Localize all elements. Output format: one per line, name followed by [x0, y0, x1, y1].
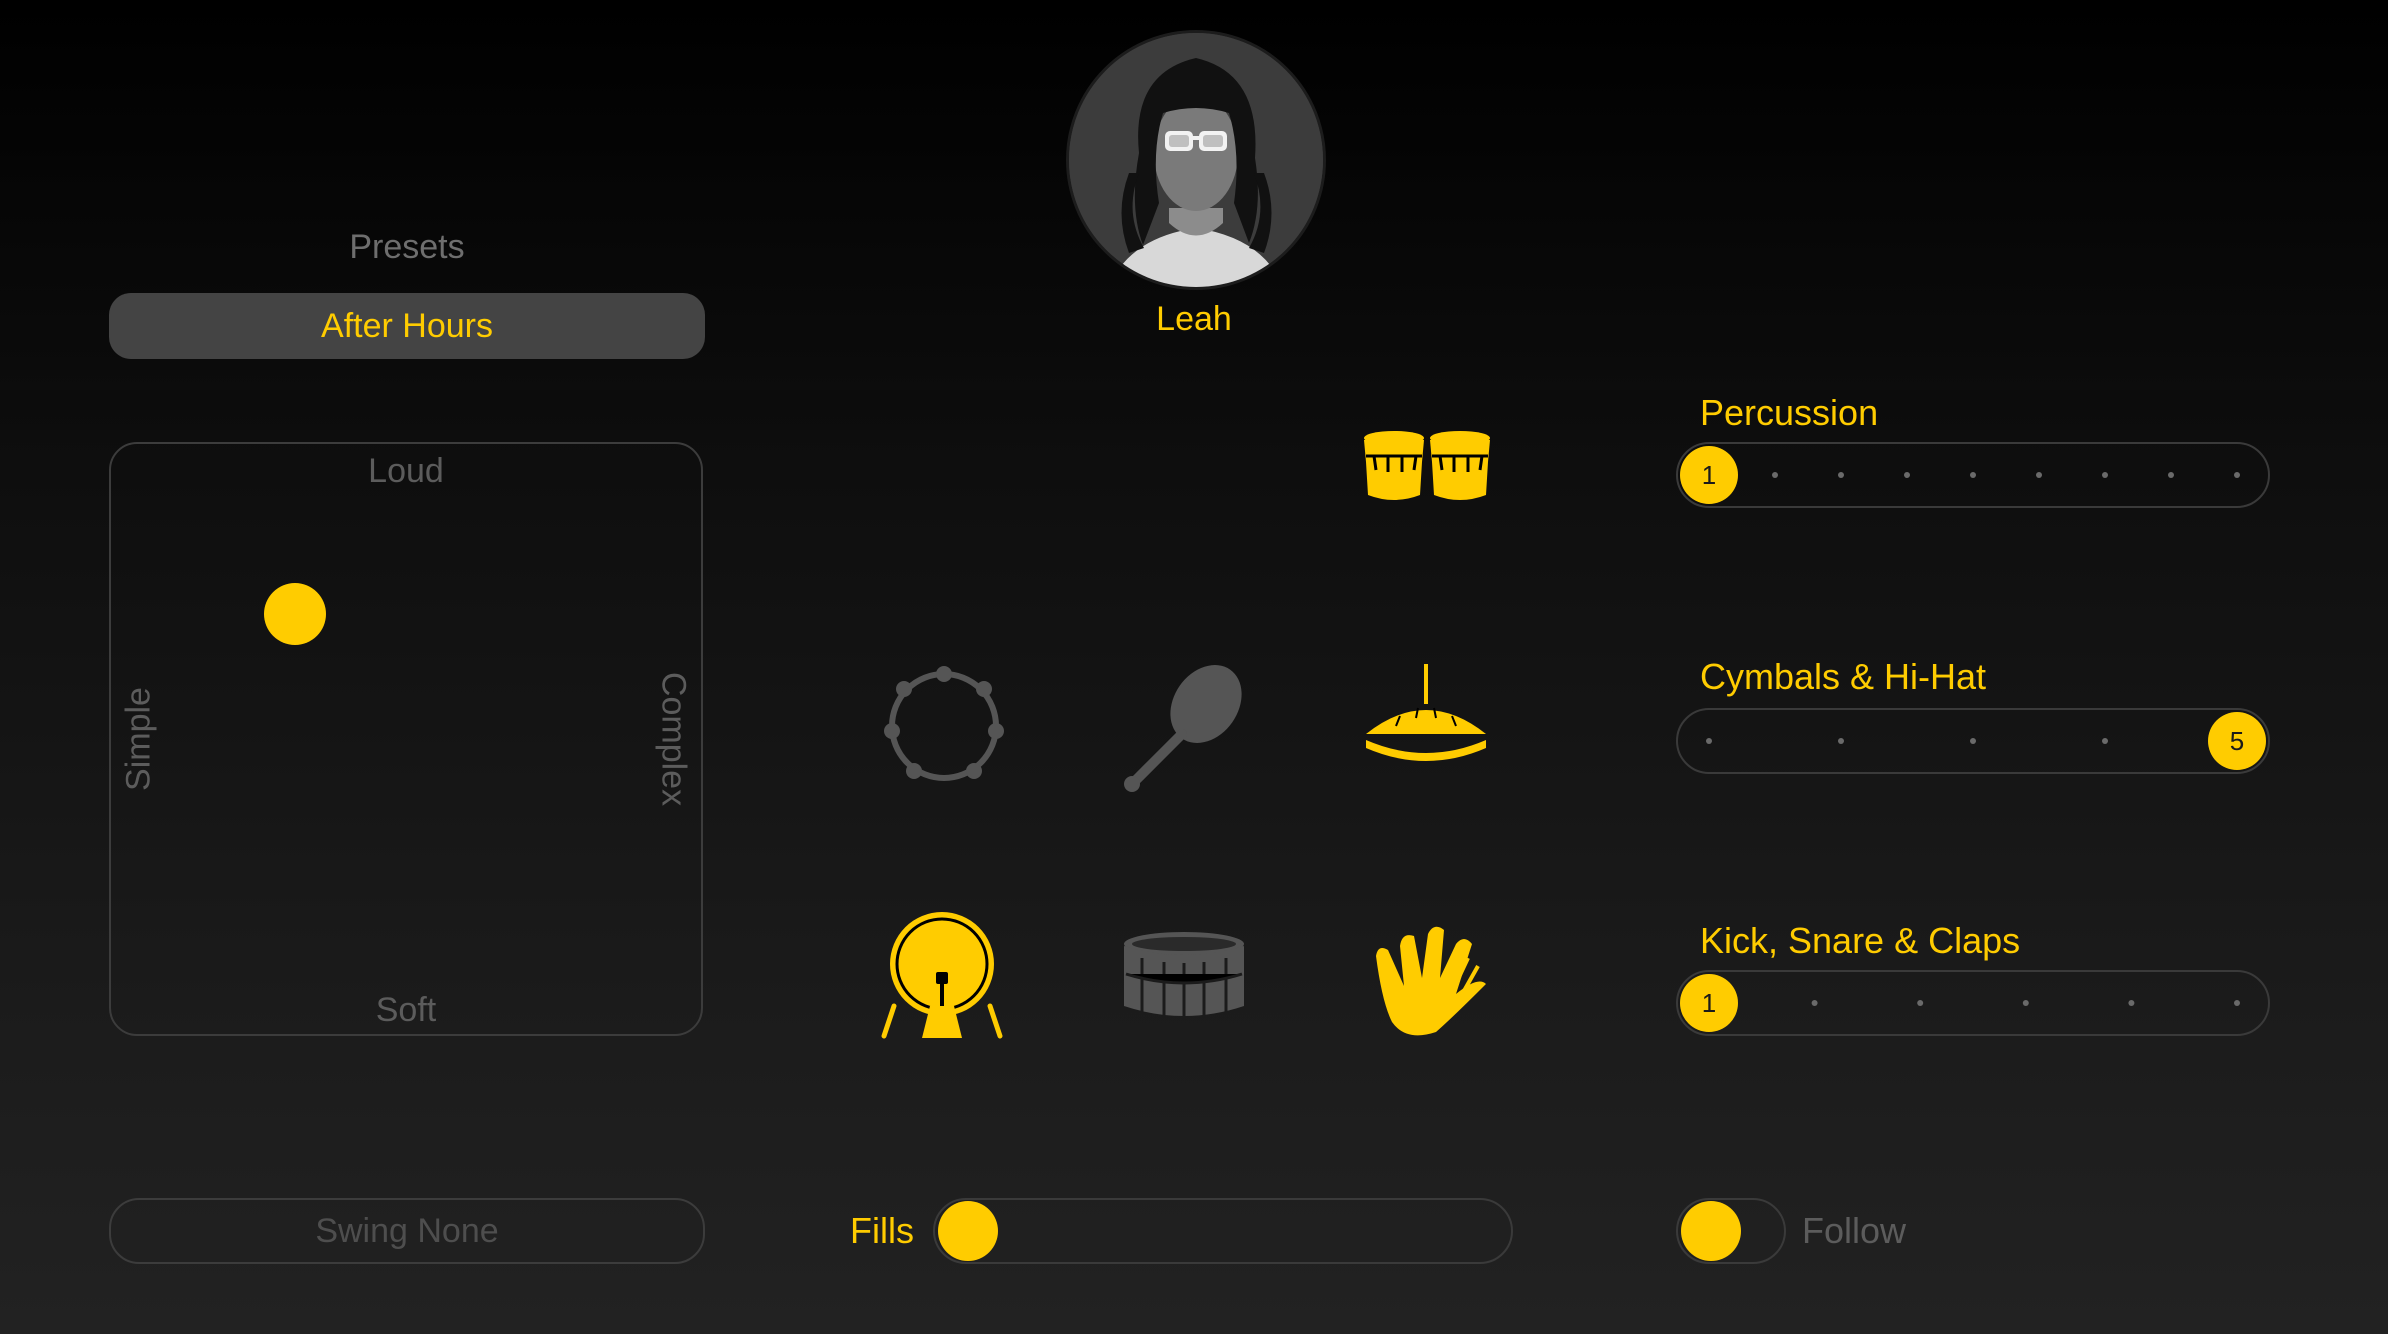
tambourine-button[interactable] — [874, 656, 1014, 796]
kick-step-dots — [1811, 1000, 2240, 1006]
follow-label: Follow — [1802, 1210, 1907, 1251]
fills-slider[interactable] — [933, 1198, 1513, 1264]
preset-selected-label: After Hours — [321, 306, 493, 345]
pad-label-complex: Complex — [654, 671, 693, 807]
slider-step-dot — [2022, 1000, 2029, 1006]
pad-label-loud: Loud — [368, 452, 444, 490]
drummer-name: Leah — [1156, 300, 1232, 338]
preset-selector-button[interactable]: After Hours — [109, 293, 705, 359]
slider-step-dot — [1706, 738, 1712, 744]
percussion-title: Percussion — [1700, 392, 1879, 433]
slider-step-dot — [2128, 1000, 2135, 1006]
hi-hat-icon — [1366, 664, 1486, 761]
clap-icon — [1376, 926, 1486, 1036]
slider-step-dot — [2234, 472, 2240, 478]
pad-puck[interactable] — [264, 583, 326, 645]
cymbals-title: Cymbals & Hi-Hat — [1700, 656, 1987, 697]
percussion-slider[interactable]: 1 — [1676, 442, 2270, 508]
cymbals-slider[interactable]: 5 — [1676, 708, 2270, 774]
fills-label: Fills — [850, 1210, 914, 1251]
kick-snare-claps-slider[interactable]: 1 — [1676, 970, 2270, 1036]
kick-snare-claps-knob[interactable]: 1 — [1680, 974, 1738, 1032]
kick-snare-claps-title: Kick, Snare & Claps — [1700, 920, 2021, 961]
slider-step-dot — [2102, 738, 2108, 744]
bongos-icon — [1364, 431, 1490, 500]
clap-button[interactable] — [1356, 906, 1496, 1046]
slider-step-dot — [1970, 738, 1976, 744]
slider-step-dot — [2102, 472, 2108, 478]
kick-drum-icon — [881, 912, 1003, 1039]
percussion-knob[interactable]: 1 — [1680, 446, 1738, 504]
swing-button[interactable]: Swing None — [109, 1198, 705, 1264]
drummer-avatar[interactable] — [1066, 30, 1326, 290]
swing-label: Swing None — [315, 1211, 499, 1250]
slider-step-dot — [1917, 1000, 1924, 1006]
follow-toggle[interactable] — [1676, 1198, 1786, 1264]
slider-step-dot — [2168, 472, 2174, 478]
kick-drum-button[interactable] — [874, 906, 1014, 1046]
bongos-button[interactable] — [1356, 400, 1496, 540]
drummer-portrait-icon — [1069, 33, 1323, 287]
shaker-icon — [1124, 665, 1242, 792]
slider-step-dot — [2036, 472, 2042, 478]
fills-knob[interactable] — [938, 1201, 998, 1261]
slider-step-dot — [1970, 472, 1976, 478]
snare-drum-icon — [1124, 932, 1244, 1020]
tambourine-icon — [884, 666, 1004, 781]
presets-label: Presets — [349, 228, 465, 266]
slider-step-dot — [2234, 1000, 2240, 1006]
pad-label-simple: Simple — [119, 687, 158, 791]
slider-step-dot — [1811, 1000, 1818, 1006]
slider-step-dot — [1838, 738, 1844, 744]
hi-hat-button[interactable] — [1356, 656, 1496, 796]
cymbals-knob[interactable]: 5 — [2208, 712, 2266, 770]
snare-drum-button[interactable] — [1114, 906, 1254, 1046]
slider-step-dot — [1904, 472, 1910, 478]
follow-knob[interactable] — [1681, 1201, 1741, 1261]
loudness-complexity-pad[interactable]: Loud Soft Simple Complex — [109, 442, 703, 1036]
slider-step-dot — [1772, 472, 1778, 478]
pad-label-soft: Soft — [375, 991, 437, 1029]
slider-step-dot — [1838, 472, 1844, 478]
cymbals-step-dots — [1706, 738, 2108, 744]
shaker-button[interactable] — [1114, 656, 1254, 796]
percussion-step-dots — [1772, 472, 2240, 478]
